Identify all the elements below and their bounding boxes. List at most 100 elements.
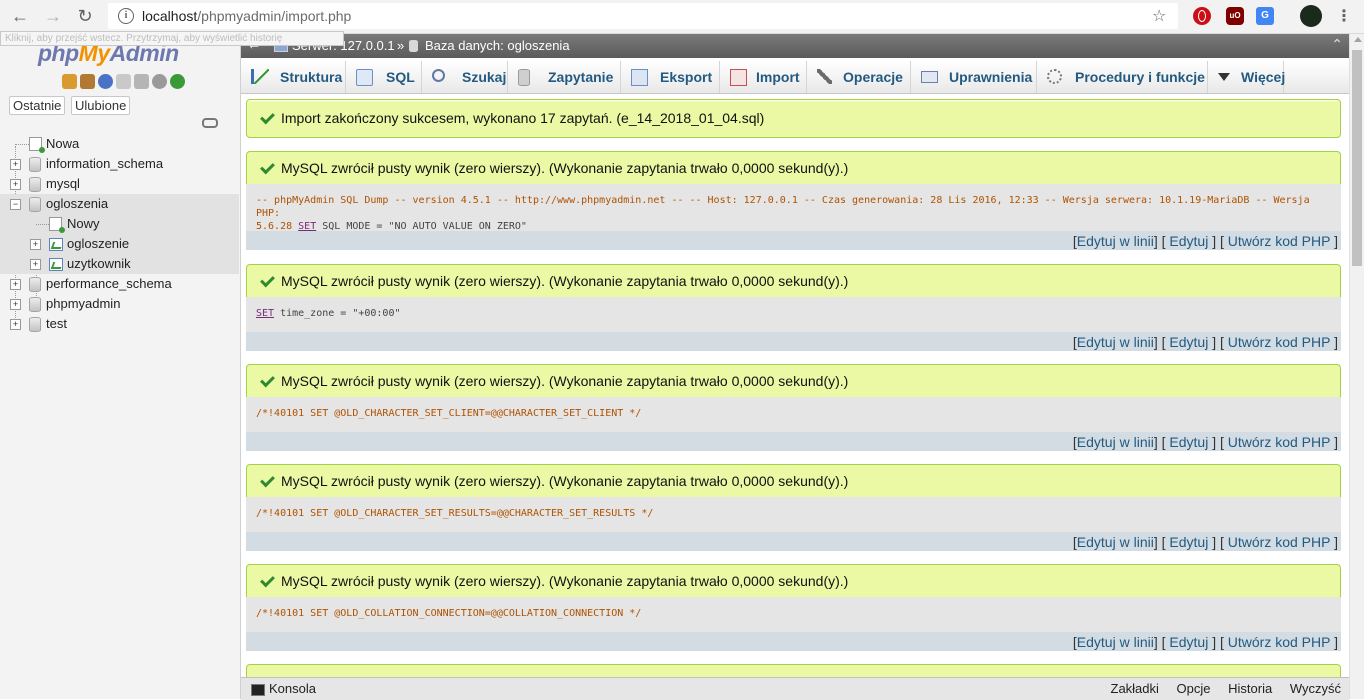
main-panel: ← Serwer: 127.0.0.1 » Baza danych: oglos… (241, 34, 1349, 699)
check-icon (260, 109, 275, 125)
expand-plus-icon[interactable]: + (10, 179, 21, 190)
back-arrow-icon[interactable]: ← (8, 4, 32, 28)
database-icon (29, 317, 41, 332)
tab-uprawnienia[interactable]: Uprawnienia (911, 61, 1037, 93)
database-icon (409, 40, 418, 52)
tree-item-phpmyadmin[interactable]: + phpmyadmin (0, 294, 239, 314)
sql-query-text: SET time_zone = "+00:00" (246, 297, 1341, 332)
console-clear-tab[interactable]: Wyczyść (1290, 681, 1341, 696)
docs-icon[interactable] (134, 74, 149, 89)
console-history-tab[interactable]: Historia (1228, 681, 1272, 696)
check-icon (260, 159, 275, 175)
bookmark-star-icon[interactable]: ☆ (1152, 6, 1166, 26)
breadcrumb-separator: » (397, 38, 405, 53)
inline-edit-link[interactable]: Edytuj w linii (1077, 634, 1154, 650)
back-button-tooltip: Kliknij, aby przejść wstecz. Przytrzymaj… (0, 31, 344, 46)
privileges-icon (921, 71, 938, 83)
help-icon[interactable] (98, 74, 113, 89)
ublock-extension-icon[interactable]: uO (1226, 7, 1244, 25)
tree-item-performance-schema[interactable]: + performance_schema (0, 274, 239, 294)
expand-plus-icon[interactable]: + (10, 279, 21, 290)
link-with-main-panel-icon[interactable] (202, 118, 218, 128)
edit-link[interactable]: Edytuj (1169, 534, 1208, 550)
scroll-top-icon[interactable]: ⌃ (1331, 36, 1343, 53)
create-php-code-link[interactable]: Utwórz kod PHP (1228, 634, 1330, 650)
table-icon (49, 258, 63, 271)
recent-tables-button[interactable]: Ostatnie (9, 96, 66, 115)
edit-link[interactable]: Edytuj (1169, 233, 1208, 249)
tab-eksport[interactable]: Eksport (621, 61, 720, 93)
profile-avatar[interactable] (1300, 5, 1322, 27)
tab-sql[interactable]: SQL (346, 61, 422, 93)
result-message: MySQL zwrócił pusty wynik (zero wierszy)… (246, 364, 1341, 398)
breadcrumb: ← Serwer: 127.0.0.1 » Baza danych: oglos… (241, 34, 1349, 58)
edit-link[interactable]: Edytuj (1169, 334, 1208, 350)
scrollbar-thumb[interactable] (1352, 50, 1362, 266)
opera-extension-icon[interactable] (1193, 7, 1211, 25)
tree-item-mysql[interactable]: + mysql (0, 174, 239, 194)
check-icon (260, 272, 275, 288)
create-php-code-link[interactable]: Utwórz kod PHP (1228, 534, 1330, 550)
logout-icon[interactable] (80, 74, 95, 89)
import-icon (730, 69, 747, 86)
settings-gear-icon[interactable] (152, 74, 167, 89)
result-message: MySQL zwrócił pusty wynik (zero wierszy)… (246, 151, 1341, 185)
expand-plus-icon[interactable]: + (30, 259, 41, 270)
tab-szukaj[interactable]: Szukaj (422, 61, 508, 93)
inline-edit-link[interactable]: Edytuj w linii (1077, 534, 1154, 550)
database-icon (29, 177, 41, 192)
expand-plus-icon[interactable]: + (10, 159, 21, 170)
export-icon (631, 69, 648, 86)
documentation-icon[interactable] (116, 74, 131, 89)
tree-item-table-ogloszenie[interactable]: + ogloszenie (0, 234, 239, 254)
expand-plus-icon[interactable]: + (10, 319, 21, 330)
console-bookmarks-tab[interactable]: Zakładki (1111, 681, 1159, 696)
page-scrollbar[interactable] (1349, 34, 1364, 699)
tree-item-test[interactable]: + test (0, 314, 239, 334)
breadcrumb-database[interactable]: Baza danych: ogloszenia (425, 38, 570, 53)
tab-zapytanie[interactable]: Zapytanie (508, 61, 621, 93)
tab-import[interactable]: Import (720, 61, 807, 93)
inline-edit-link[interactable]: Edytuj w linii (1077, 233, 1154, 249)
forward-arrow-icon[interactable]: → (41, 4, 65, 28)
edit-link[interactable]: Edytuj (1169, 634, 1208, 650)
url-text[interactable]: localhost/phpmyadmin/import.php (142, 8, 351, 24)
tree-item-new-table[interactable]: Nowy (0, 214, 239, 234)
tab-wiecej[interactable]: Więcej (1208, 61, 1285, 93)
tree-item-ogloszenia[interactable]: − ogloszenia (0, 194, 239, 214)
reload-icon[interactable]: ↻ (73, 4, 97, 28)
translate-extension-icon[interactable]: G (1256, 7, 1274, 25)
browser-menu-icon[interactable]: ⋮ (1336, 6, 1352, 26)
tree-item-new[interactable]: Nowa (0, 134, 239, 154)
address-bar[interactable]: i localhost/phpmyadmin/import.php (108, 3, 1178, 29)
create-php-code-link[interactable]: Utwórz kod PHP (1228, 233, 1330, 249)
create-php-code-link[interactable]: Utwórz kod PHP (1228, 334, 1330, 350)
inline-edit-link[interactable]: Edytuj w linii (1077, 434, 1154, 450)
tab-struktura[interactable]: Struktura (241, 61, 346, 93)
info-icon[interactable]: i (118, 8, 134, 24)
sql-query-text: -- phpMyAdmin SQL Dump -- version 4.5.1 … (246, 184, 1341, 232)
tree-item-information-schema[interactable]: + information_schema (0, 154, 239, 174)
new-database-icon (29, 137, 45, 153)
collapse-minus-icon[interactable]: − (10, 199, 21, 210)
edit-link[interactable]: Edytuj (1169, 434, 1208, 450)
home-icon[interactable] (62, 74, 77, 89)
expand-plus-icon[interactable]: + (30, 239, 41, 250)
tab-operacje[interactable]: Operacje (807, 61, 911, 93)
tab-procedury[interactable]: Procedury i funkcje (1037, 61, 1208, 93)
console-bar[interactable]: Konsola Zakładki Opcje Historia Wyczyść (241, 677, 1349, 700)
scroll-up-icon[interactable] (1354, 37, 1362, 42)
favorite-tables-button[interactable]: Ulubione (71, 96, 131, 115)
inline-edit-link[interactable]: Edytuj w linii (1077, 334, 1154, 350)
database-icon (29, 157, 41, 172)
routines-icon (1047, 69, 1062, 84)
query-icon (518, 69, 530, 86)
expand-plus-icon[interactable]: + (10, 299, 21, 310)
create-php-code-link[interactable]: Utwórz kod PHP (1228, 434, 1330, 450)
result-message: MySQL zwrócił pusty wynik (zero wierszy)… (246, 564, 1341, 598)
console-toggle[interactable]: Konsola (269, 681, 316, 696)
tree-item-table-uzytkownik[interactable]: + uzytkownik (0, 254, 239, 274)
reload-navigation-icon[interactable] (170, 74, 185, 89)
search-icon (432, 69, 445, 82)
console-options-tab[interactable]: Opcje (1177, 681, 1211, 696)
